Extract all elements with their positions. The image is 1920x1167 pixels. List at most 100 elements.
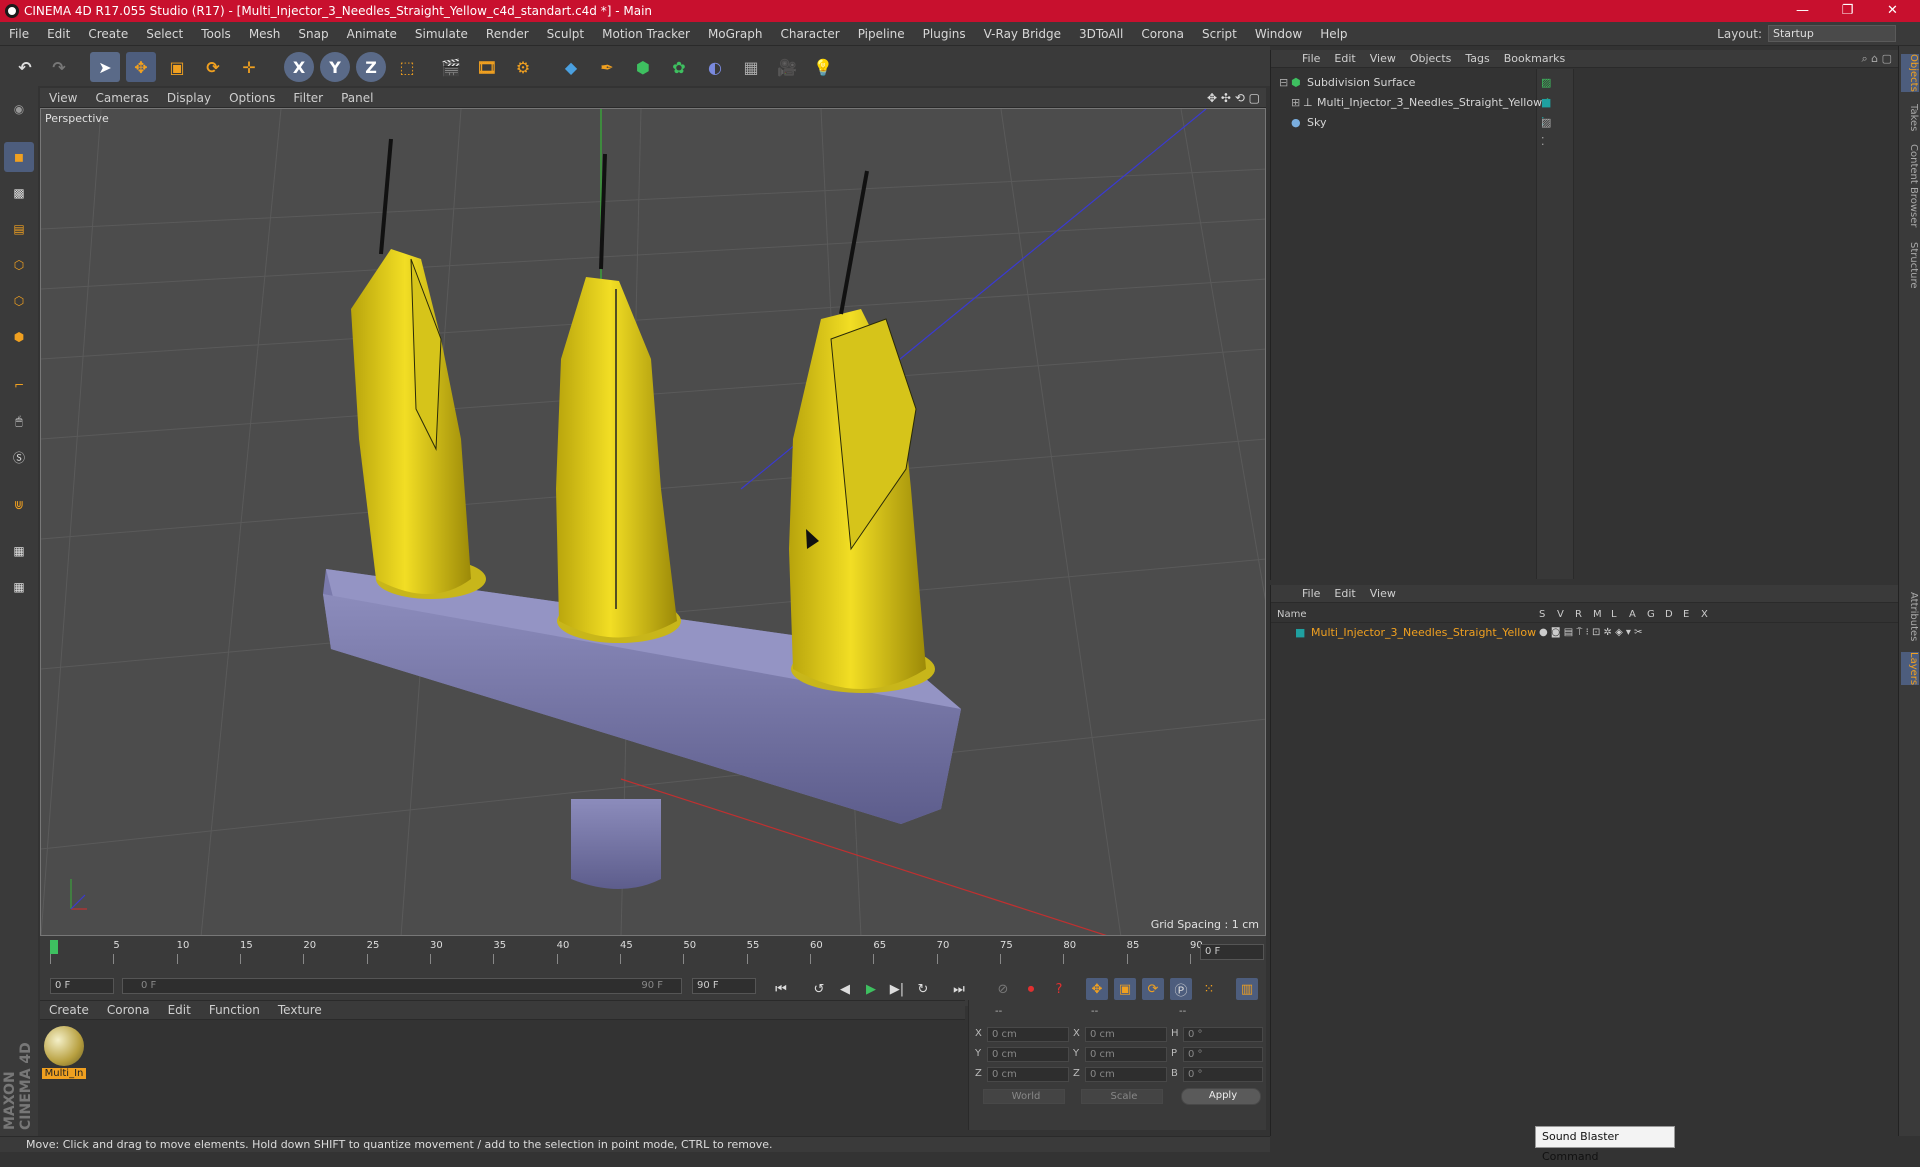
spline-pen-icon[interactable]: ✒ <box>592 52 622 82</box>
key-pla-icon[interactable]: ⁙ <box>1198 978 1220 1000</box>
move-tool-icon[interactable]: ✥ <box>126 52 156 82</box>
menu-character[interactable]: Character <box>771 27 848 41</box>
key-rotation-icon[interactable]: ⟳ <box>1142 978 1164 1000</box>
material-thumbnail[interactable]: Multi_In <box>42 1024 86 1084</box>
autokey-icon[interactable]: ? <box>1048 978 1070 1000</box>
timeline-window-icon[interactable]: ▥ <box>1236 978 1258 1000</box>
go-to-start-icon[interactable]: ⏮ <box>770 978 792 1000</box>
scale-tool-icon[interactable]: ▣ <box>162 52 192 82</box>
coord-x-position-field[interactable]: 0 cm <box>987 1027 1069 1042</box>
menu-script[interactable]: Script <box>1193 27 1246 41</box>
viewport-menu-view[interactable]: View <box>40 91 86 105</box>
live-selection-icon[interactable]: ✛ <box>234 52 264 82</box>
tweak-mode-icon[interactable]: 🖱 <box>4 406 34 436</box>
viewport-menu-cameras[interactable]: Cameras <box>86 91 157 105</box>
expand-icon[interactable]: ⊞ <box>1291 93 1300 112</box>
minimize-button[interactable]: — <box>1780 0 1825 22</box>
tab-structure[interactable]: Structure <box>1901 242 1919 289</box>
layer-menu-edit[interactable]: Edit <box>1327 587 1362 600</box>
menu-window[interactable]: Window <box>1246 27 1311 41</box>
menu-help[interactable]: Help <box>1311 27 1356 41</box>
render-picture-viewer-icon[interactable]: 🎞 <box>472 52 502 82</box>
next-key-icon[interactable]: ↻ <box>912 978 934 1000</box>
object-menu-objects[interactable]: Objects <box>1403 52 1459 65</box>
viewport-navigation-icons[interactable]: ✥ ✣ ⟲ ▢ <box>1207 91 1260 105</box>
collapse-icon[interactable]: ⊟ <box>1279 73 1288 92</box>
edges-mode-icon[interactable]: ⬡ <box>4 286 34 316</box>
planar-workplane-icon[interactable]: ▦ <box>4 572 34 602</box>
coord-scale-dropdown[interactable]: Scale <box>1081 1089 1163 1104</box>
coord-p-rotation-field[interactable]: 0 ° <box>1183 1047 1263 1062</box>
menu-motion-tracker[interactable]: Motion Tracker <box>593 27 699 41</box>
timeline-ruler[interactable]: 051015202530354045505560657075808590 0 F <box>40 936 1266 972</box>
object-row[interactable]: ⊞ ⊥ Multi_Injector_3_Needles_Straight_Ye… <box>1271 93 1551 128</box>
menu-animate[interactable]: Animate <box>338 27 406 41</box>
coord-y-position-field[interactable]: 0 cm <box>987 1047 1069 1062</box>
menu-pipeline[interactable]: Pipeline <box>849 27 914 41</box>
object-menu-bookmarks[interactable]: Bookmarks <box>1497 52 1572 65</box>
tab-content-browser[interactable]: Content Browser <box>1901 144 1919 227</box>
coord-h-rotation-field[interactable]: 0 ° <box>1183 1027 1263 1042</box>
menu-render[interactable]: Render <box>477 27 538 41</box>
viewport-menu-display[interactable]: Display <box>158 91 220 105</box>
floor-icon[interactable]: ▦ <box>736 52 766 82</box>
key-position-icon[interactable]: ✥ <box>1086 978 1108 1000</box>
menu-file[interactable]: File <box>0 27 38 41</box>
undo-icon[interactable]: ↶ <box>10 52 40 82</box>
camera-icon[interactable]: 🎥 <box>772 52 802 82</box>
texture-mode-icon[interactable]: ▩ <box>4 178 34 208</box>
coordinate-system-icon[interactable]: ⬚ <box>392 52 422 82</box>
subdivision-surface-icon[interactable]: ⬢ <box>628 52 658 82</box>
select-arrow-icon[interactable]: ➤ <box>90 52 120 82</box>
object-menu-tags[interactable]: Tags <box>1458 52 1496 65</box>
maximize-button[interactable]: ❐ <box>1825 0 1870 22</box>
menu-simulate[interactable]: Simulate <box>406 27 477 41</box>
menu-create[interactable]: Create <box>79 27 137 41</box>
key-parameter-icon[interactable]: Ⓟ <box>1170 978 1192 1000</box>
step-back-icon[interactable]: ◀ <box>834 978 856 1000</box>
redo-icon[interactable]: ↷ <box>44 52 74 82</box>
material-menu-texture[interactable]: Texture <box>269 1003 331 1017</box>
make-editable-icon[interactable]: ◉ <box>4 94 34 124</box>
end-frame-field[interactable]: 90 F <box>692 978 756 994</box>
render-view-icon[interactable]: 🎬 <box>436 52 466 82</box>
tab-takes[interactable]: Takes <box>1901 104 1919 131</box>
z-axis-lock-icon[interactable]: Z <box>356 52 386 82</box>
layer-toggle-icons[interactable]: ● ◙ ▤ ⍑ ⁝ ⊡ ✲ ◈ ▾ ✂ <box>1539 625 1643 641</box>
previous-key-icon[interactable]: ↺ <box>808 978 830 1000</box>
close-button[interactable]: ✕ <box>1870 0 1915 22</box>
viewport-menu-options[interactable]: Options <box>220 91 284 105</box>
object-visibility-icon[interactable]: ▨ ⁚ <box>1541 113 1551 151</box>
menu-mograph[interactable]: MoGraph <box>699 27 772 41</box>
menu-3dtoall[interactable]: 3DToAll <box>1070 27 1132 41</box>
record-keys-icon[interactable]: ⏺ <box>1020 978 1042 1000</box>
layer-row[interactable]: ■ Multi_Injector_3_Needles_Straight_Yell… <box>1271 625 1898 641</box>
go-to-end-icon[interactable]: ⏭ <box>948 978 970 1000</box>
light-icon[interactable]: 💡 <box>808 52 838 82</box>
snap-magnet-icon[interactable]: ⋓ <box>4 490 34 520</box>
coord-z-size-field[interactable]: 0 cm <box>1085 1067 1167 1082</box>
object-manager-search-icon[interactable]: ⌕ ⌂ ▢ <box>1861 52 1892 66</box>
y-axis-lock-icon[interactable]: Y <box>320 52 350 82</box>
deformer-icon[interactable]: ◐ <box>700 52 730 82</box>
perspective-viewport[interactable]: Perspective Grid Spacing : 1 cm <box>40 108 1266 936</box>
material-menu-create[interactable]: Create <box>40 1003 98 1017</box>
menu-edit[interactable]: Edit <box>38 27 79 41</box>
current-frame-field[interactable]: 0 F <box>1200 944 1264 960</box>
frame-range-slider[interactable]: 0 F 90 F <box>122 978 682 994</box>
polygons-mode-icon[interactable]: ⬢ <box>4 322 34 352</box>
coord-y-size-field[interactable]: 0 cm <box>1085 1047 1167 1062</box>
object-row[interactable]: ● Sky ▨ ⁚ <box>1271 113 1551 148</box>
lock-workplane-icon[interactable]: ▦ <box>4 536 34 566</box>
points-mode-icon[interactable]: ⬡ <box>4 250 34 280</box>
object-row[interactable]: ⊟ ⬢ Subdivision Surface ▨ ✓ <box>1271 73 1551 108</box>
motion-record-icon[interactable]: ⊘ <box>992 978 1014 1000</box>
object-menu-view[interactable]: View <box>1363 52 1403 65</box>
apply-button[interactable]: Apply <box>1181 1088 1261 1105</box>
key-scale-icon[interactable]: ▣ <box>1114 978 1136 1000</box>
object-menu-file[interactable]: File <box>1295 52 1327 65</box>
model-mode-icon[interactable]: ◼ <box>4 142 34 172</box>
layer-menu-file[interactable]: File <box>1295 587 1327 600</box>
cube-primitive-icon[interactable]: ◆ <box>556 52 586 82</box>
object-menu-edit[interactable]: Edit <box>1327 52 1362 65</box>
